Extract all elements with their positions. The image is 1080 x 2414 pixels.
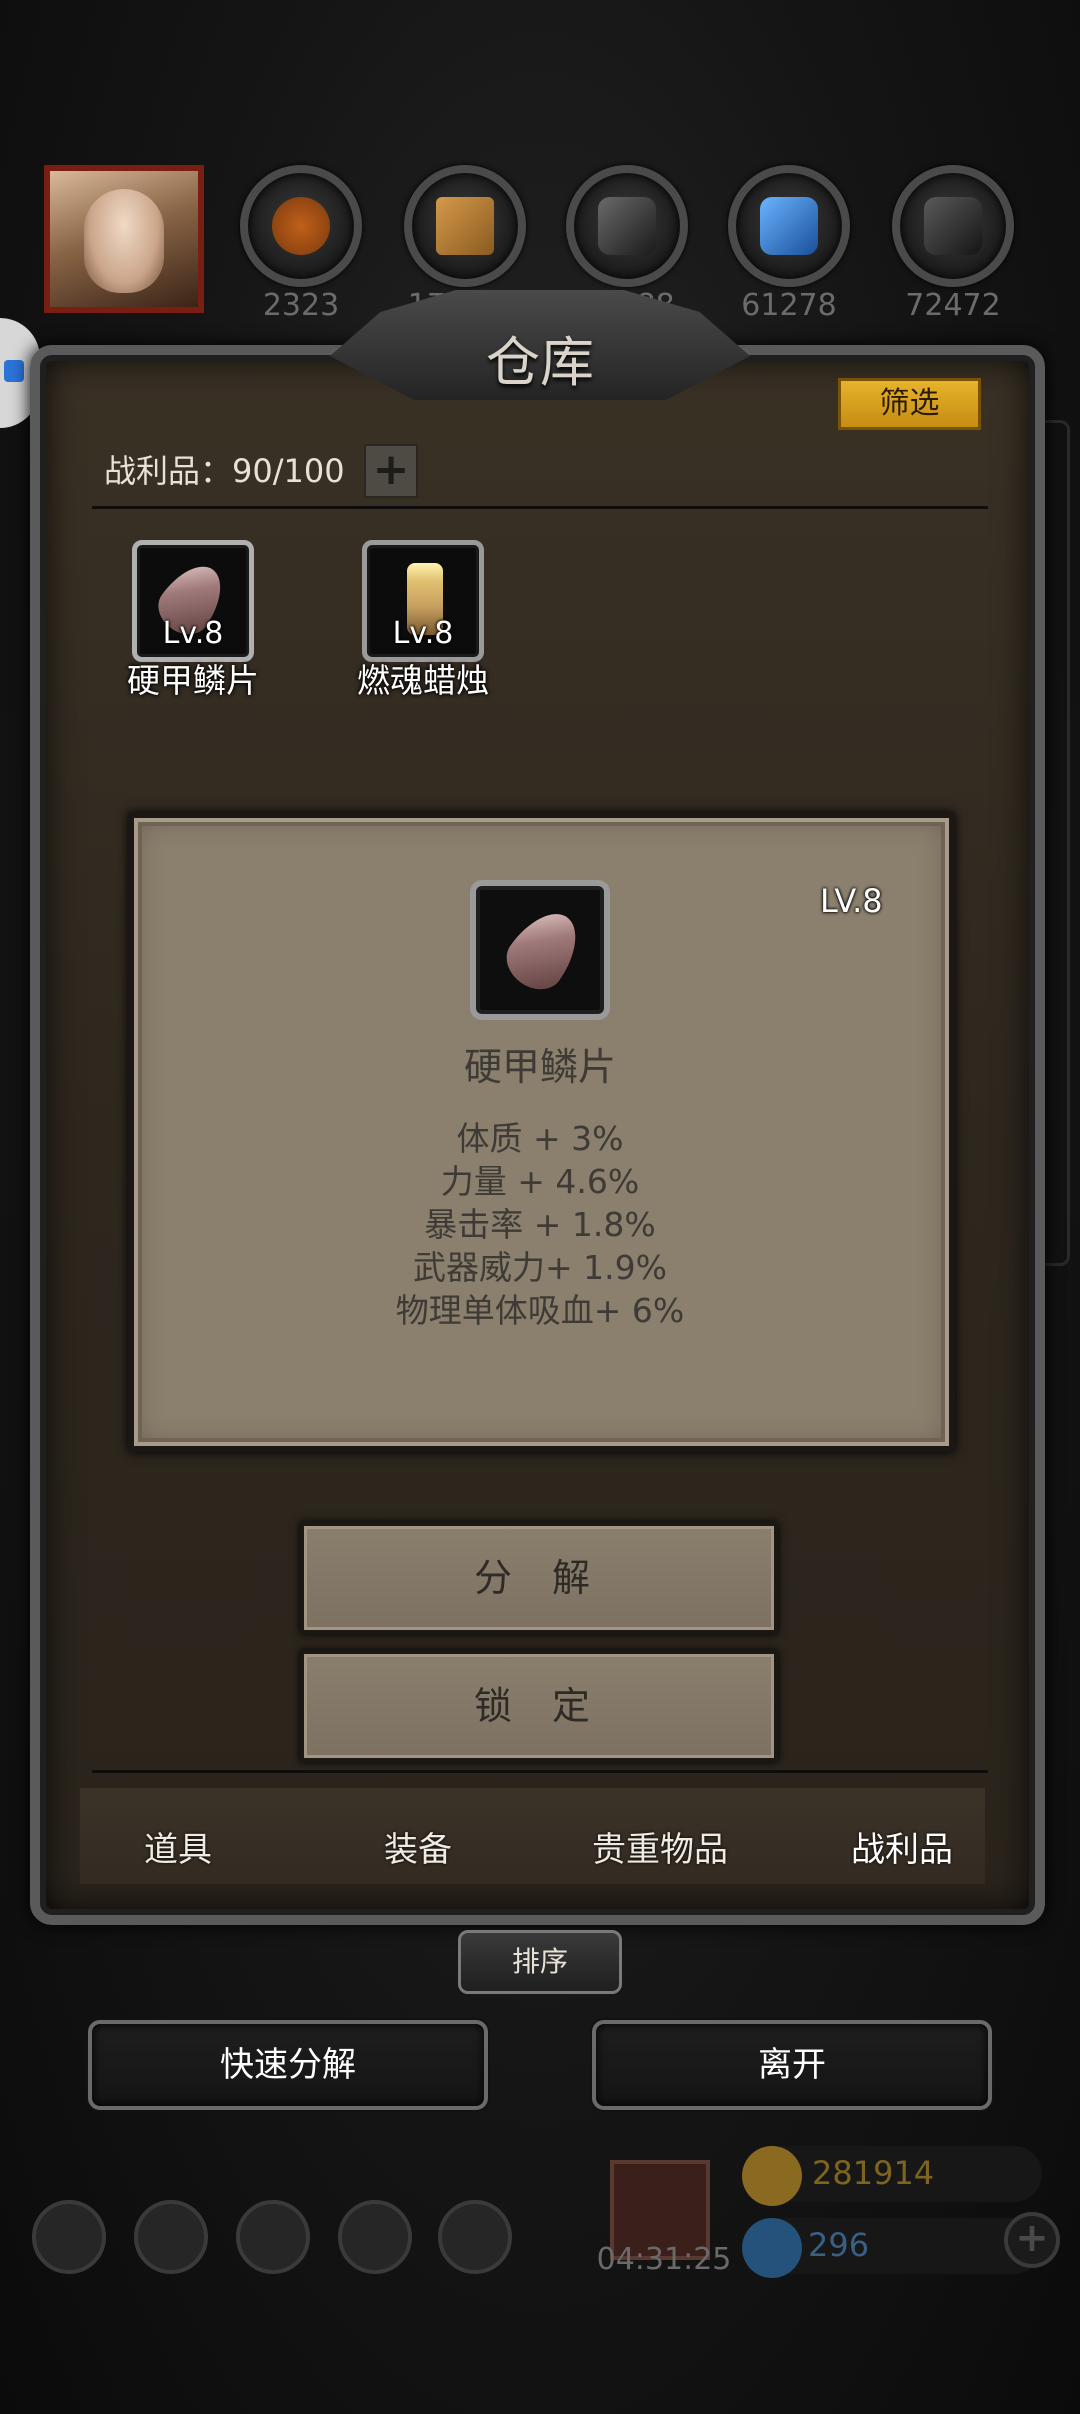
mail-icon[interactable] xyxy=(338,2200,412,2274)
resource-slot-3 xyxy=(566,165,688,287)
lock-button[interactable]: 锁 定 xyxy=(300,1650,778,1762)
gold-amount: 281914 xyxy=(812,2154,935,2192)
quick-decompose-button[interactable]: 快速分解 xyxy=(88,2020,488,2110)
star-icon[interactable] xyxy=(134,2200,208,2274)
tab-loot[interactable]: 战利品 xyxy=(792,1822,1012,1871)
item-slot-candle[interactable]: Lv.8 xyxy=(362,540,484,662)
sort-button[interactable]: 排序 xyxy=(458,1930,622,1994)
detail-level: LV.8 xyxy=(820,882,883,920)
detail-item-slot xyxy=(470,880,610,1020)
expand-capacity-button[interactable]: + xyxy=(364,444,418,498)
resource-slot-1 xyxy=(240,165,362,287)
item-name: 燃魂蜡烛 xyxy=(357,661,489,700)
dark-ingot-icon xyxy=(924,197,982,255)
panel-title: 仓库 xyxy=(486,331,594,394)
gem-amount: 296 xyxy=(808,2226,870,2264)
background-side-menu xyxy=(1045,420,1070,1266)
tab-equipment[interactable]: 装备 xyxy=(308,1822,528,1871)
item-slot-scale[interactable]: Lv.8 xyxy=(132,540,254,662)
add-gems-button[interactable]: + xyxy=(1004,2212,1060,2268)
item-name: 硬甲鳞片 xyxy=(127,661,259,700)
tab-items[interactable]: 道具 xyxy=(68,1822,288,1871)
blue-crystal-icon xyxy=(760,197,818,255)
header-divider xyxy=(92,506,988,509)
loot-capacity-label: 战利品：90/100 xyxy=(104,452,345,490)
resource-value-4: 61278 xyxy=(741,288,837,323)
resource-slot-5 xyxy=(892,165,1014,287)
gift-timer: 04:31:25 xyxy=(596,2242,732,2277)
resource-value-1: 2323 xyxy=(262,288,340,323)
floating-tab-icon xyxy=(4,360,24,382)
shop-icon[interactable] xyxy=(438,2200,512,2274)
stat-line: 暴击率 + 1.8% xyxy=(424,1205,656,1244)
resource-value-5: 72472 xyxy=(905,288,1001,323)
stat-line: 物理单体吸血+ 6% xyxy=(395,1291,685,1330)
detail-item-name: 硬甲鳞片 xyxy=(463,1045,616,1089)
guild-icon[interactable] xyxy=(236,2200,310,2274)
stat-line: 力量 + 4.6% xyxy=(440,1162,640,1201)
filter-button[interactable]: 筛选 xyxy=(838,378,981,430)
tab-valuables[interactable]: 贵重物品 xyxy=(550,1822,770,1871)
gold-coin-icon xyxy=(742,2146,802,2206)
item-level: Lv.8 xyxy=(162,616,224,651)
item-level: Lv.8 xyxy=(392,616,454,651)
resource-slot-2 xyxy=(404,165,526,287)
iron-ingot-icon xyxy=(598,197,656,255)
stat-line: 体质 + 3% xyxy=(456,1119,624,1158)
stat-line: 武器威力+ 1.9% xyxy=(413,1248,667,1287)
avatar-face xyxy=(84,189,164,293)
resource-slot-4 xyxy=(728,165,850,287)
player-avatar[interactable] xyxy=(44,165,204,313)
tabs-divider xyxy=(92,1770,988,1773)
scale-icon xyxy=(496,900,592,1000)
settings-icon[interactable] xyxy=(32,2200,106,2274)
gem-icon xyxy=(742,2218,802,2278)
orange-ore-icon xyxy=(272,197,330,255)
wood-plank-icon xyxy=(436,197,494,255)
leave-button[interactable]: 离开 xyxy=(592,2020,992,2110)
decompose-button[interactable]: 分 解 xyxy=(300,1522,778,1634)
